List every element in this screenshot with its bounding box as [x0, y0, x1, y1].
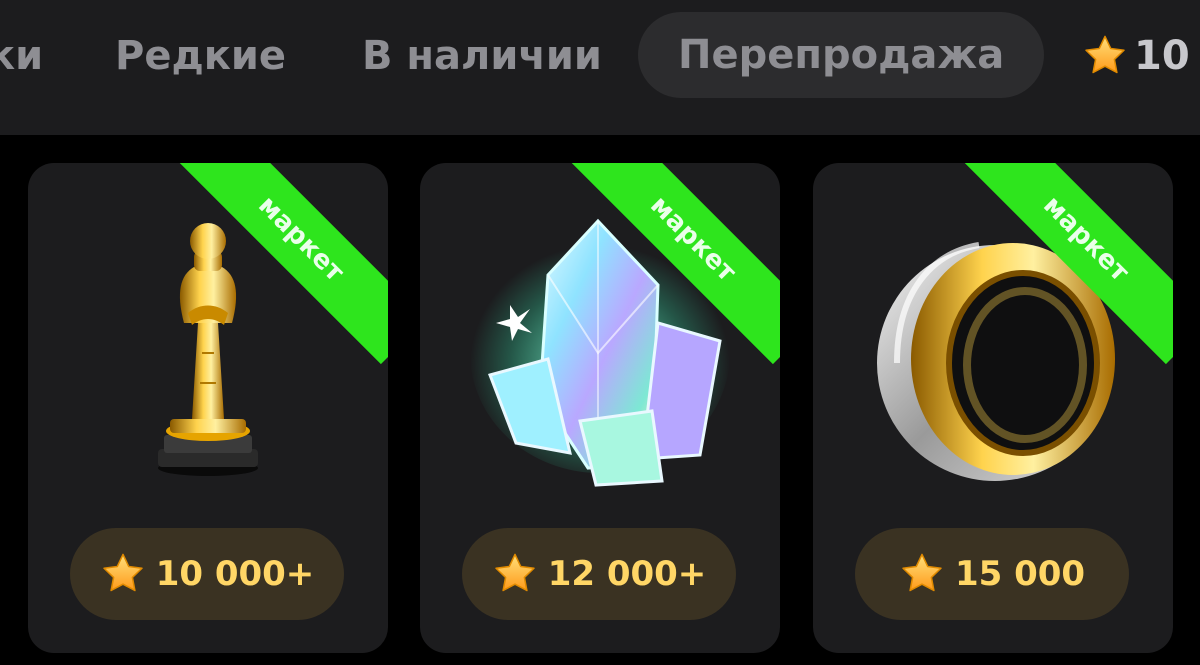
star-icon	[902, 553, 942, 592]
gift-card[interactable]: маркет 10 000+	[28, 163, 388, 653]
price-button[interactable]: 10 000+	[70, 528, 344, 620]
gift-card[interactable]: маркет 12 000+	[420, 163, 780, 653]
star-icon	[1085, 35, 1125, 74]
price-button[interactable]: 12 000+	[462, 528, 736, 620]
ring-icon	[877, 242, 1115, 481]
trophy-icon	[158, 223, 258, 476]
gift-card[interactable]: маркет 15 000	[813, 163, 1173, 653]
star-icon	[494, 553, 535, 592]
price-button[interactable]: 15 000	[855, 528, 1129, 620]
balance-value: 10	[1134, 33, 1190, 79]
tab-bar: ки Редкие В наличии Перепродажа 10	[0, 0, 1200, 135]
tab-partial[interactable]: ки	[0, 30, 43, 82]
price-value: 15 000	[954, 554, 1086, 594]
tab-resale[interactable]: Перепродажа	[638, 12, 1045, 98]
star-icon	[102, 553, 143, 592]
tab-in-stock[interactable]: В наличии	[362, 30, 602, 82]
price-value: 12 000+	[547, 554, 707, 594]
price-value: 10 000+	[155, 554, 315, 594]
crystal-icon	[470, 218, 730, 487]
star-balance[interactable]: 10	[1082, 30, 1190, 82]
tab-rare[interactable]: Редкие	[115, 30, 286, 82]
